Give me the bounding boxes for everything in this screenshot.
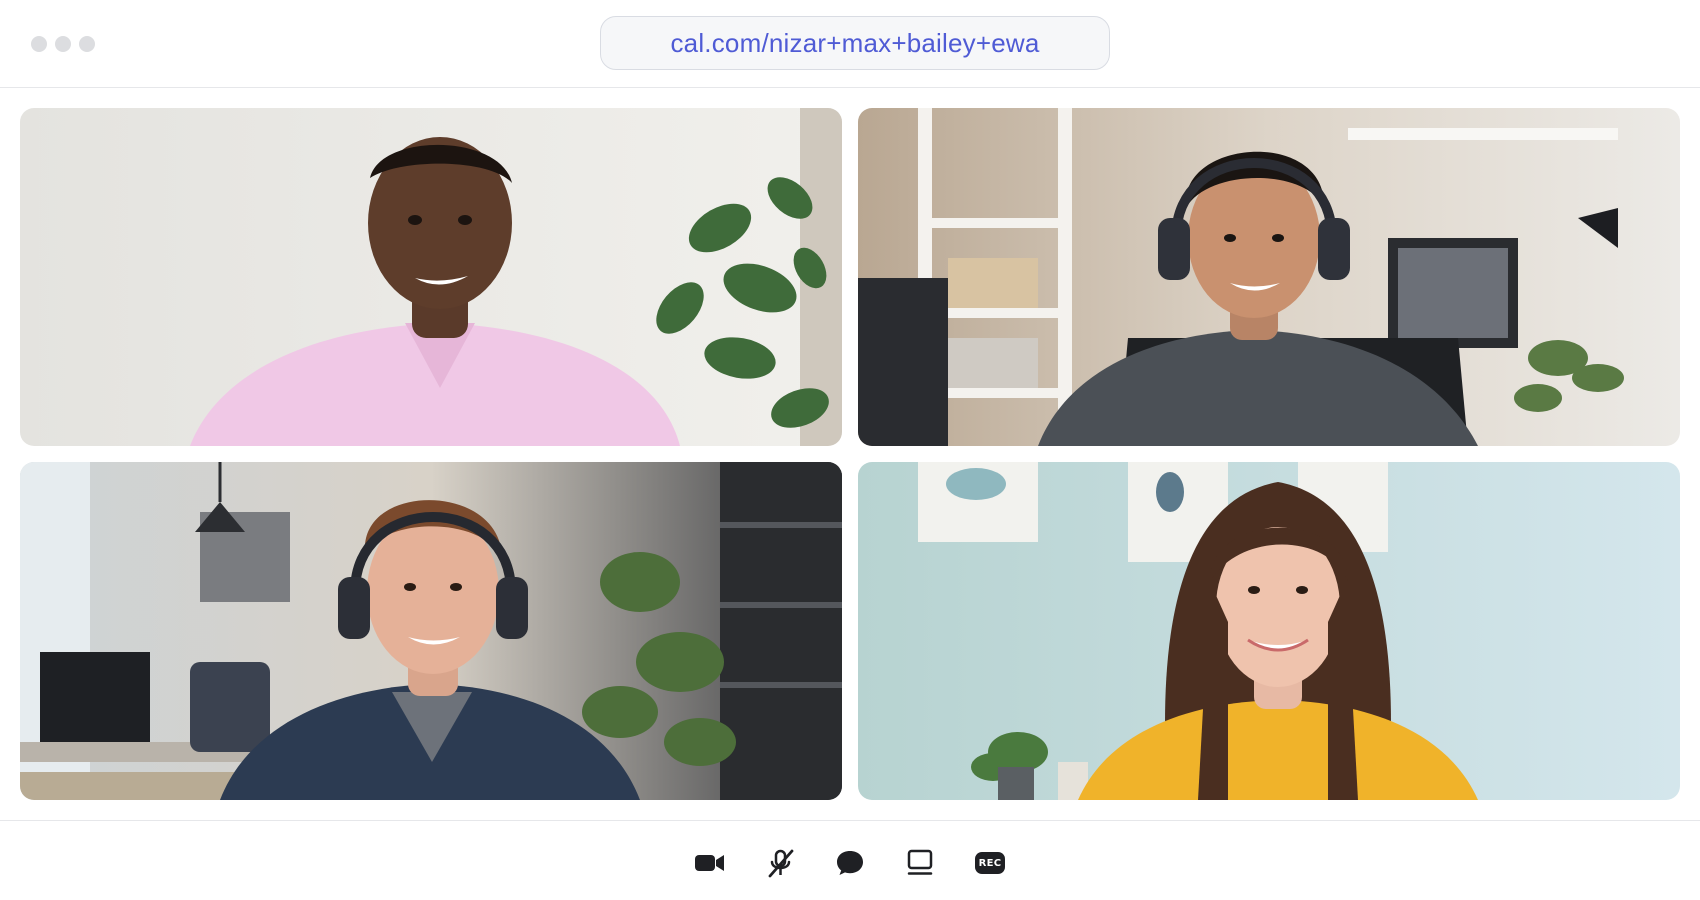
call-controls-bar: REC [0,820,1700,900]
screen-share-icon [907,849,933,875]
camera-button[interactable] [691,846,729,880]
chat-icon [837,851,863,875]
participant-video [20,108,842,446]
url-text: cal.com/nizar+max+bailey+ewa [670,27,1040,58]
microphone-muted-icon [768,849,794,878]
video-tile-participant-2[interactable] [858,108,1680,446]
video-tile-participant-1[interactable] [20,108,842,446]
camera-icon [695,855,724,871]
browser-toolbar: cal.com/nizar+max+bailey+ewa [0,0,1700,88]
window-controls [31,36,95,52]
participant-video [858,462,1680,800]
window-dot[interactable] [79,36,95,52]
record-button[interactable]: REC [971,846,1009,880]
record-icon: REC [975,852,1005,874]
window-dot[interactable] [55,36,71,52]
call-controls: REC [691,846,1009,880]
participant-video [20,462,842,800]
video-grid [20,108,1680,800]
screen-share-button[interactable] [901,846,939,880]
address-bar[interactable]: cal.com/nizar+max+bailey+ewa [600,16,1110,70]
chat-button[interactable] [831,846,869,880]
video-call-window: cal.com/nizar+max+bailey+ewa REC [0,0,1700,900]
video-tile-participant-3[interactable] [20,462,842,800]
microphone-button[interactable] [761,846,799,880]
window-dot[interactable] [31,36,47,52]
video-tile-participant-4[interactable] [858,462,1680,800]
participant-video [858,108,1680,446]
